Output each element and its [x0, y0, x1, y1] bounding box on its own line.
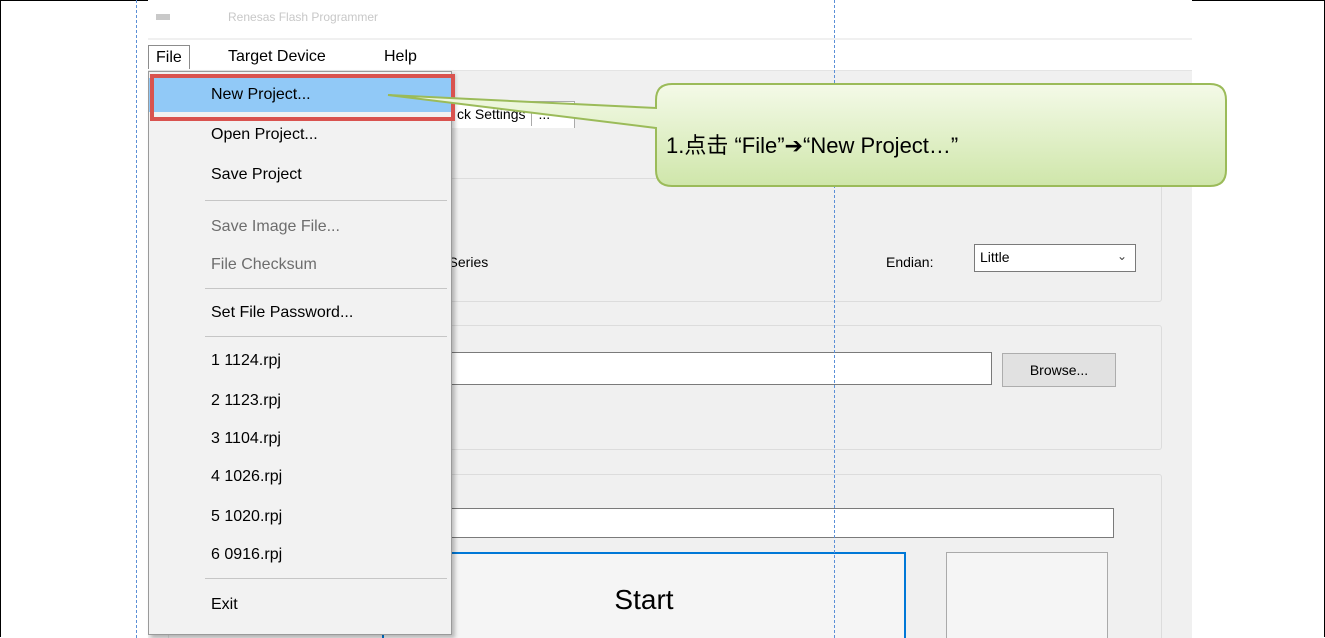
- annotation-callout: [387, 83, 1227, 187]
- annotation-text: 1.点击 “File”➔“New Project…”: [666, 133, 959, 158]
